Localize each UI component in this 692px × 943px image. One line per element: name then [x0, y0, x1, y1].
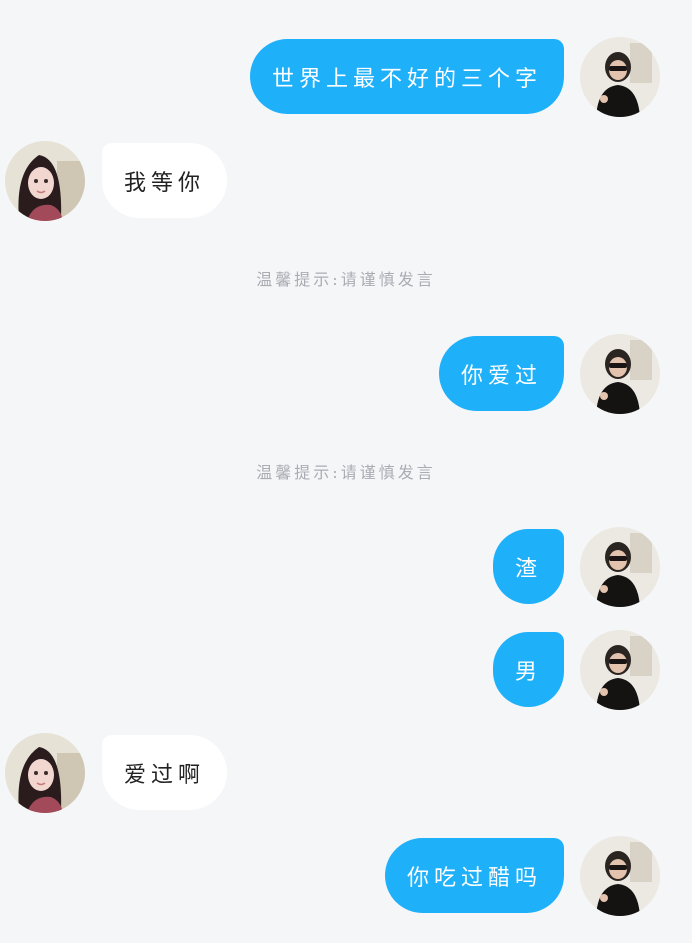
- outgoing-message-bubble[interactable]: 男: [492, 632, 564, 707]
- message-row-outgoing: 你吃过醋吗: [0, 836, 692, 916]
- avatar-photo-icon: [580, 37, 660, 117]
- my-avatar[interactable]: [580, 37, 660, 117]
- my-avatar[interactable]: [580, 630, 660, 710]
- message-row-outgoing: 你爱过: [0, 334, 692, 414]
- system-notice: 温馨提示:请谨慎发言: [256, 270, 436, 289]
- avatar-photo-icon: [580, 836, 660, 916]
- avatar-photo-icon: [580, 527, 660, 607]
- outgoing-message-bubble[interactable]: 世界上最不好的三个字: [249, 39, 564, 114]
- outgoing-message-bubble[interactable]: 渣: [492, 529, 564, 604]
- incoming-message-bubble[interactable]: 我等你: [102, 143, 228, 218]
- incoming-message-bubble[interactable]: 爱过啊: [102, 735, 228, 810]
- avatar-photo-icon: [5, 733, 85, 813]
- message-row-outgoing: 渣: [0, 527, 692, 607]
- message-row-outgoing: 世界上最不好的三个字: [0, 37, 692, 117]
- contact-avatar[interactable]: [5, 141, 85, 221]
- my-avatar[interactable]: [580, 836, 660, 916]
- message-row-outgoing: 男: [0, 630, 692, 710]
- outgoing-message-bubble[interactable]: 你爱过: [438, 336, 564, 411]
- system-notice: 温馨提示:请谨慎发言: [256, 463, 436, 482]
- outgoing-message-bubble[interactable]: 你吃过醋吗: [384, 838, 564, 913]
- contact-avatar[interactable]: [5, 733, 85, 813]
- avatar-photo-icon: [5, 141, 85, 221]
- avatar-photo-icon: [580, 334, 660, 414]
- message-row-incoming: 我等你: [0, 141, 692, 221]
- my-avatar[interactable]: [580, 527, 660, 607]
- chat-thread: 世界上最不好的三个字 我等你 温馨提示:请谨慎发言 你爱过 温馨提示:请谨慎发言…: [0, 0, 692, 943]
- message-row-incoming: 爱过啊: [0, 733, 692, 813]
- avatar-photo-icon: [580, 630, 660, 710]
- my-avatar[interactable]: [580, 334, 660, 414]
